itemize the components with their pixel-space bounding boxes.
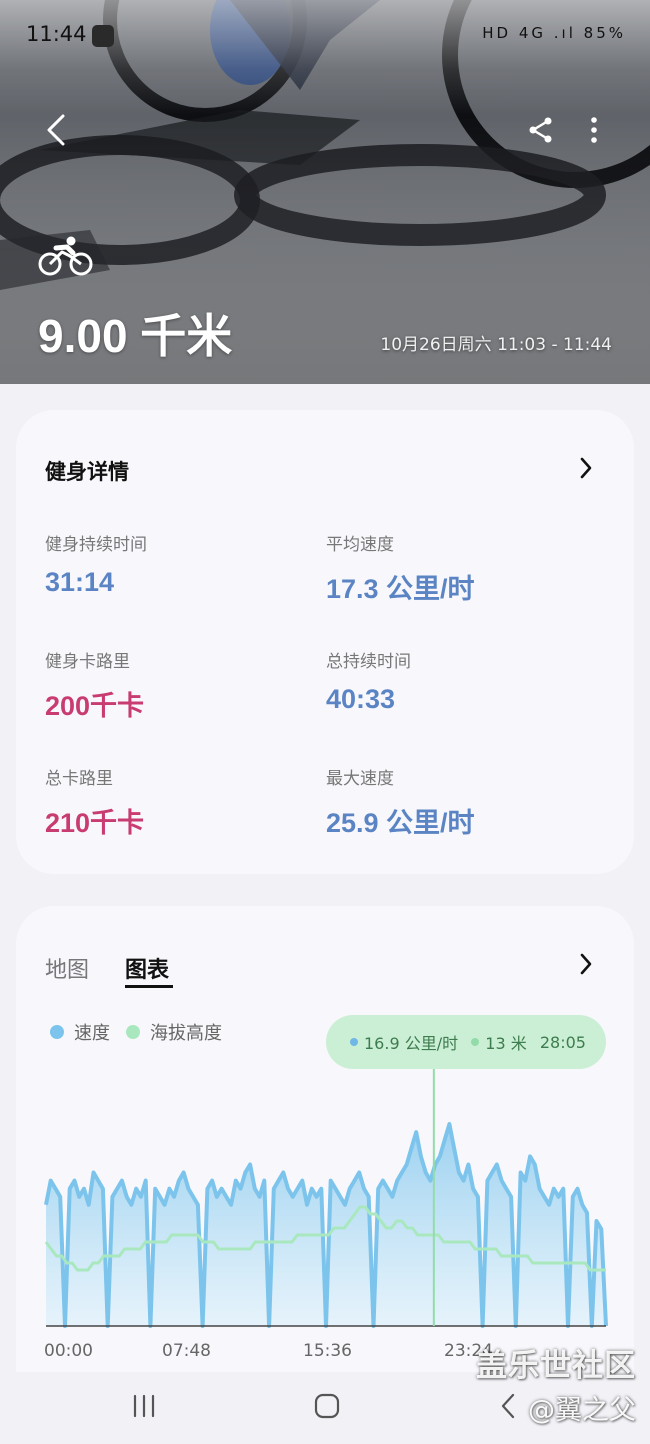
share-icon	[529, 117, 552, 143]
workout-details-card[interactable]: 健身详情 健身持续时间 31:14 平均速度 17.3 公里/时 健身卡路里 2…	[16, 410, 634, 874]
stat-value: 31:14	[45, 567, 115, 597]
tooltip-time: 28:05	[539, 1032, 586, 1052]
status-time: 11:44	[26, 22, 87, 46]
recent-apps-icon	[133, 1394, 155, 1418]
card-title: 健身详情	[45, 460, 129, 484]
tooltip-altitude: 13 米	[471, 1030, 527, 1054]
chart-card: 地图 图表 速度 海拔高度 00:00 07:48 15:36 23:24 16.9 …	[16, 906, 634, 1386]
tooltip-altitude-value: 13 米	[485, 1034, 527, 1053]
tooltip-speed-dot	[350, 1038, 358, 1046]
stat-label: 总持续时间	[326, 652, 411, 672]
watermark-author: @翼之父	[528, 1395, 636, 1426]
stat-value: 25.9 公里/时	[326, 808, 475, 838]
stat-value: 40:33	[326, 684, 396, 714]
chevron-right-icon	[580, 457, 592, 479]
tooltip-altitude-dot	[471, 1038, 480, 1046]
stat-label: 健身卡路里	[45, 652, 130, 672]
stat-workout-duration: 健身持续时间 31:14	[45, 530, 315, 598]
stat-average-speed: 平均速度 17.3 公里/时	[326, 530, 596, 606]
tooltip-speed-value: 16.9 公里/时	[364, 1034, 459, 1053]
date-range: 10月26日周六 11:03 - 11:44	[380, 335, 612, 355]
stat-total-duration: 总持续时间 40:33	[326, 647, 596, 715]
x-tick-label: 15:36	[303, 1341, 352, 1361]
watermark-text: 盖乐世社区	[476, 1348, 636, 1384]
tooltip-speed: 16.9 公里/时	[350, 1030, 458, 1054]
stat-label: 总卡路里	[45, 769, 113, 789]
home-button[interactable]	[313, 1392, 341, 1424]
stat-label: 健身持续时间	[45, 535, 147, 555]
stat-total-calories: 总卡路里 210千卡	[45, 764, 315, 840]
status-bar: 11:44 HD 4G .ıl 85%	[0, 0, 650, 70]
nav-back-button[interactable]	[498, 1392, 518, 1424]
stat-workout-calories: 健身卡路里 200千卡	[45, 647, 315, 723]
hero-header: 11:44 HD 4G .ıl 85% 9.00 千米 10月26日周六 11:…	[0, 0, 650, 384]
home-icon	[314, 1393, 340, 1419]
stat-value: 210千卡	[45, 808, 145, 838]
details-chevron-button[interactable]	[574, 456, 598, 480]
x-tick-label: 00:00	[44, 1341, 93, 1361]
back-button[interactable]	[36, 110, 76, 150]
stat-value: 17.3 公里/时	[326, 574, 475, 604]
chart-tooltip: 16.9 公里/时 13 米 28:05	[326, 1015, 606, 1069]
stat-value: 200千卡	[45, 691, 145, 721]
speed-altitude-chart[interactable]: 00:00 07:48 15:36 23:24	[16, 906, 634, 1386]
status-indicators: HD 4G .ıl 85%	[482, 24, 626, 42]
notification-icon	[92, 25, 114, 47]
stat-label: 最大速度	[326, 769, 394, 789]
cycling-icon	[38, 236, 94, 280]
stat-label: 平均速度	[326, 535, 394, 555]
share-button[interactable]	[521, 110, 561, 150]
more-options-button[interactable]	[574, 110, 614, 150]
more-vertical-icon	[591, 117, 597, 143]
stat-max-speed: 最大速度 25.9 公里/时	[326, 764, 596, 840]
back-icon	[501, 1393, 515, 1419]
x-tick-label: 07:48	[162, 1341, 211, 1361]
chevron-left-icon	[47, 114, 65, 146]
recent-apps-button[interactable]	[130, 1392, 158, 1424]
distance-value: 9.00 千米	[38, 310, 233, 362]
